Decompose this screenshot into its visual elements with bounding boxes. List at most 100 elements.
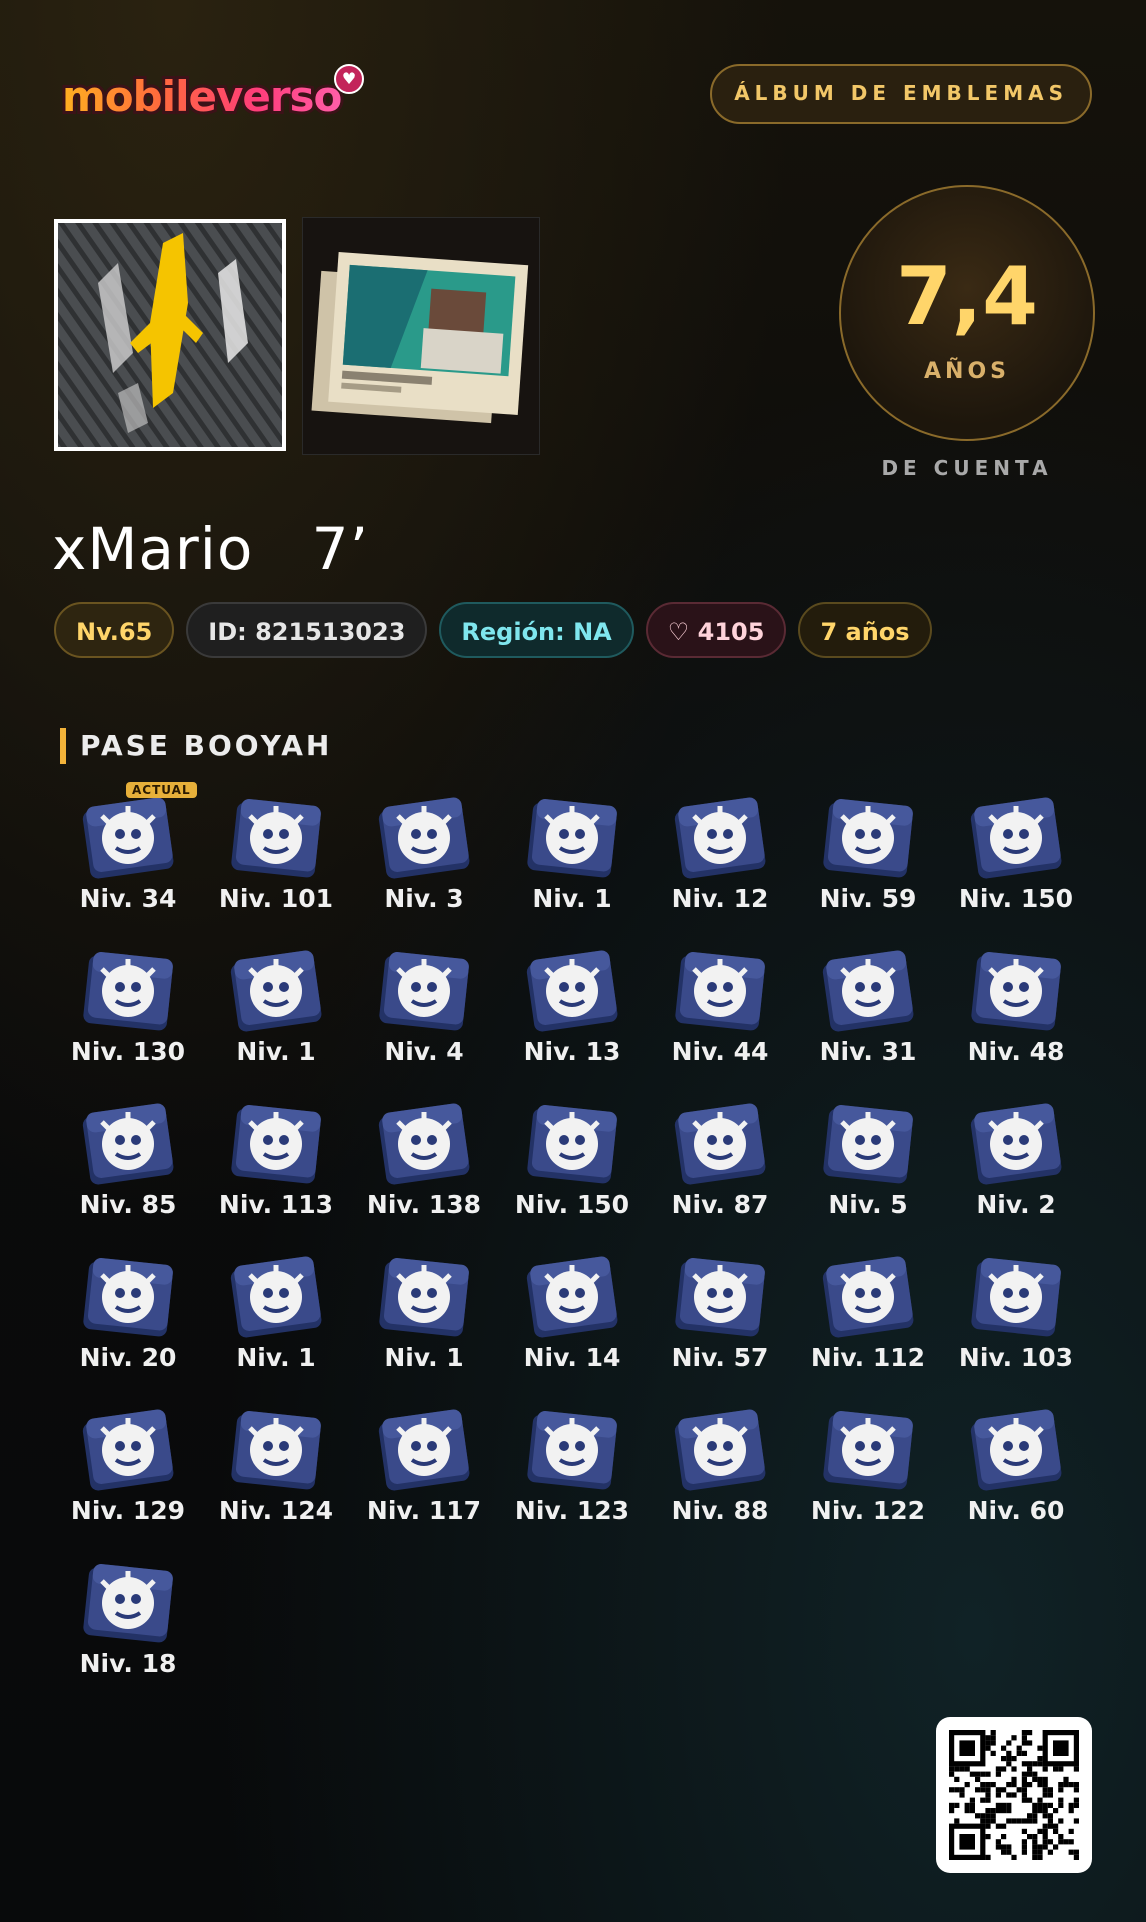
booyah-pass-level-label: Niv. 12 (671, 884, 769, 913)
booyah-pass-level-label: Niv. 124 (218, 1496, 334, 1525)
booyah-pass-level-label: Niv. 44 (671, 1037, 769, 1066)
witch-emblem-icon (378, 1409, 470, 1491)
booyah-pass-item[interactable]: Niv. 31 (794, 941, 942, 1072)
booyah-pass-level-label: Niv. 150 (514, 1190, 630, 1219)
booyah-pass-item[interactable]: Niv. 18 (54, 1553, 202, 1684)
booyah-pass-item[interactable]: Niv. 123 (498, 1400, 646, 1531)
xx-shield-emblem-icon (82, 1103, 174, 1185)
booyah-pass-level-label: Niv. 20 (79, 1343, 177, 1372)
booyah-pass-level-label: Niv. 31 (819, 1037, 917, 1066)
beast-skull-emblem-icon (823, 1411, 913, 1490)
account-age-circle: 7,4 AÑOS (839, 185, 1095, 441)
booyah-pass-level-label: Niv. 48 (967, 1037, 1065, 1066)
pumpkin-emblem-icon (83, 1564, 173, 1643)
mammoth-emblem-icon (527, 1411, 617, 1490)
booyah-pass-level-label: Niv. 117 (366, 1496, 482, 1525)
booyah-pass-item[interactable]: Niv. 59 (794, 788, 942, 919)
booyah-pass-item[interactable]: Niv. 12 (646, 788, 794, 919)
emblem-album-button[interactable]: ÁLBUM DE EMBLEMAS (710, 64, 1092, 124)
booyah-pass-item[interactable]: Niv. 4 (350, 941, 498, 1072)
booyah-pass-item[interactable]: Niv. 1 (350, 1247, 498, 1378)
banner-card (302, 217, 540, 455)
account-age-unit: AÑOS (924, 359, 1010, 384)
booyah-pass-level-label: Niv. 130 (70, 1037, 186, 1066)
warrior-emblem-icon (675, 1258, 765, 1337)
booyah-pass-item[interactable]: Niv. 138 (350, 1094, 498, 1225)
booyah-pass-item[interactable]: Niv. 117 (350, 1400, 498, 1531)
spiky-ball-emblem-icon (822, 1256, 914, 1338)
logo-text: mobileverso (62, 72, 342, 121)
player-name: xMario 7’ (52, 515, 370, 583)
leo-sign-emblem-icon (527, 1105, 617, 1184)
booyah-pass-level-label: Niv. 1 (384, 1343, 464, 1372)
booyah-pass-level-label: Niv. 57 (671, 1343, 769, 1372)
current-tag: ACTUAL (126, 782, 197, 798)
raptor-emblem-icon (970, 1409, 1062, 1491)
booyah-pass-item[interactable]: Niv. 103 (942, 1247, 1090, 1378)
crossed-arrows-emblem-icon (230, 950, 322, 1032)
player-badges: Nv.65 ID: 821513023 Región: NA ♡ 4105 7 … (54, 602, 932, 658)
z-symbol-emblem-icon (970, 797, 1062, 879)
booyah-pass-item[interactable]: Niv. 129 (54, 1400, 202, 1531)
booyah-pass-item[interactable]: Niv. 20 (54, 1247, 202, 1378)
skull-crown-emblem-icon (83, 952, 173, 1031)
wolf-head-emblem-icon (970, 1103, 1062, 1185)
booyah-pass-title: PASE BOOYAH (60, 728, 332, 764)
booyah-pass-item[interactable]: Niv. 122 (794, 1400, 942, 1531)
fox-emblem-icon (527, 799, 617, 878)
crowned-skull-emblem-icon (231, 1411, 321, 1490)
booyah-pass-item[interactable]: Niv. 101 (202, 788, 350, 919)
account-age-value: 7,4 (896, 250, 1038, 343)
ghost-emblem-icon (823, 799, 913, 878)
booyah-pass-item[interactable]: Niv. 14 (498, 1247, 646, 1378)
booyah-pass-level-label: Niv. 138 (366, 1190, 482, 1219)
booyah-pass-level-label: Niv. 88 (671, 1496, 769, 1525)
booyah-pass-item[interactable]: Niv. 44 (646, 941, 794, 1072)
booyah-pass-item[interactable]: Niv. 1 (498, 788, 646, 919)
booyah-pass-item[interactable]: Niv. 1 (202, 941, 350, 1072)
booyah-pass-level-label: Niv. 14 (523, 1343, 621, 1372)
mobileverso-logo[interactable]: mobileverso mobileverso ♥ (59, 64, 364, 134)
booyah-pass-level-label: Niv. 59 (819, 884, 917, 913)
booyah-pass-item[interactable]: Niv. 150 (942, 788, 1090, 919)
booyah-pass-item[interactable]: Niv. 57 (646, 1247, 794, 1378)
booyah-pass-item[interactable]: Niv. 130 (54, 941, 202, 1072)
booyah-pass-level-label: Niv. 1 (236, 1343, 316, 1372)
booyah-pass-item[interactable]: Niv. 88 (646, 1400, 794, 1531)
booyah-pass-item[interactable]: Niv. 87 (646, 1094, 794, 1225)
likes-badge: ♡ 4105 (645, 602, 787, 658)
booyah-pass-item[interactable]: Niv. 1 (202, 1247, 350, 1378)
booyah-pass-item[interactable]: Niv. 124 (202, 1400, 350, 1531)
booyah-pass-item[interactable]: Niv. 2 (942, 1094, 1090, 1225)
account-age-caption: DE CUENTA (881, 456, 1053, 480)
booyah-pass-level-label: Niv. 60 (967, 1496, 1065, 1525)
bird-emblem-icon (674, 1409, 766, 1491)
region-badge: Región: NA (439, 602, 634, 658)
heart-outline-icon: ♡ (667, 618, 690, 646)
fighter-emblem-icon (674, 1103, 766, 1185)
box-face-emblem-icon (675, 952, 765, 1031)
booyah-pass-level-label: Niv. 13 (523, 1037, 621, 1066)
level-badge: Nv.65 (54, 602, 175, 658)
booyah-pass-item[interactable]: Niv. 112 (794, 1247, 942, 1378)
player-avatar (54, 219, 286, 451)
booyah-pass-level-label: Niv. 1 (236, 1037, 316, 1066)
booyah-pass-item[interactable]: ACTUAL Niv. 34 (54, 782, 202, 919)
booyah-pass-item[interactable]: Niv. 3 (350, 788, 498, 919)
booyah-pass-item[interactable]: Niv. 60 (942, 1400, 1090, 1531)
booyah-pass-item[interactable]: Niv. 48 (942, 941, 1090, 1072)
booyah-pass-level-label: Niv. 113 (218, 1190, 334, 1219)
qr-code[interactable] (936, 1717, 1092, 1873)
spiky-skull-emblem-icon (379, 1258, 469, 1337)
years-badge: 7 años (798, 602, 932, 658)
booyah-pass-item[interactable]: Niv. 85 (54, 1094, 202, 1225)
booyah-pass-item[interactable]: Niv. 13 (498, 941, 646, 1072)
booyah-pass-item[interactable]: Niv. 150 (498, 1094, 646, 1225)
booyah-pass-level-label: Niv. 87 (671, 1190, 769, 1219)
booyah-pass-item[interactable]: Niv. 5 (794, 1094, 942, 1225)
booyah-pass-item[interactable]: Niv. 113 (202, 1094, 350, 1225)
booyah-pass-level-label: Niv. 129 (70, 1496, 186, 1525)
booyah-pass-level-label: Niv. 34 (79, 884, 177, 913)
wolf-emblem-icon (231, 799, 321, 878)
leaves-emblem-icon (823, 1105, 913, 1184)
